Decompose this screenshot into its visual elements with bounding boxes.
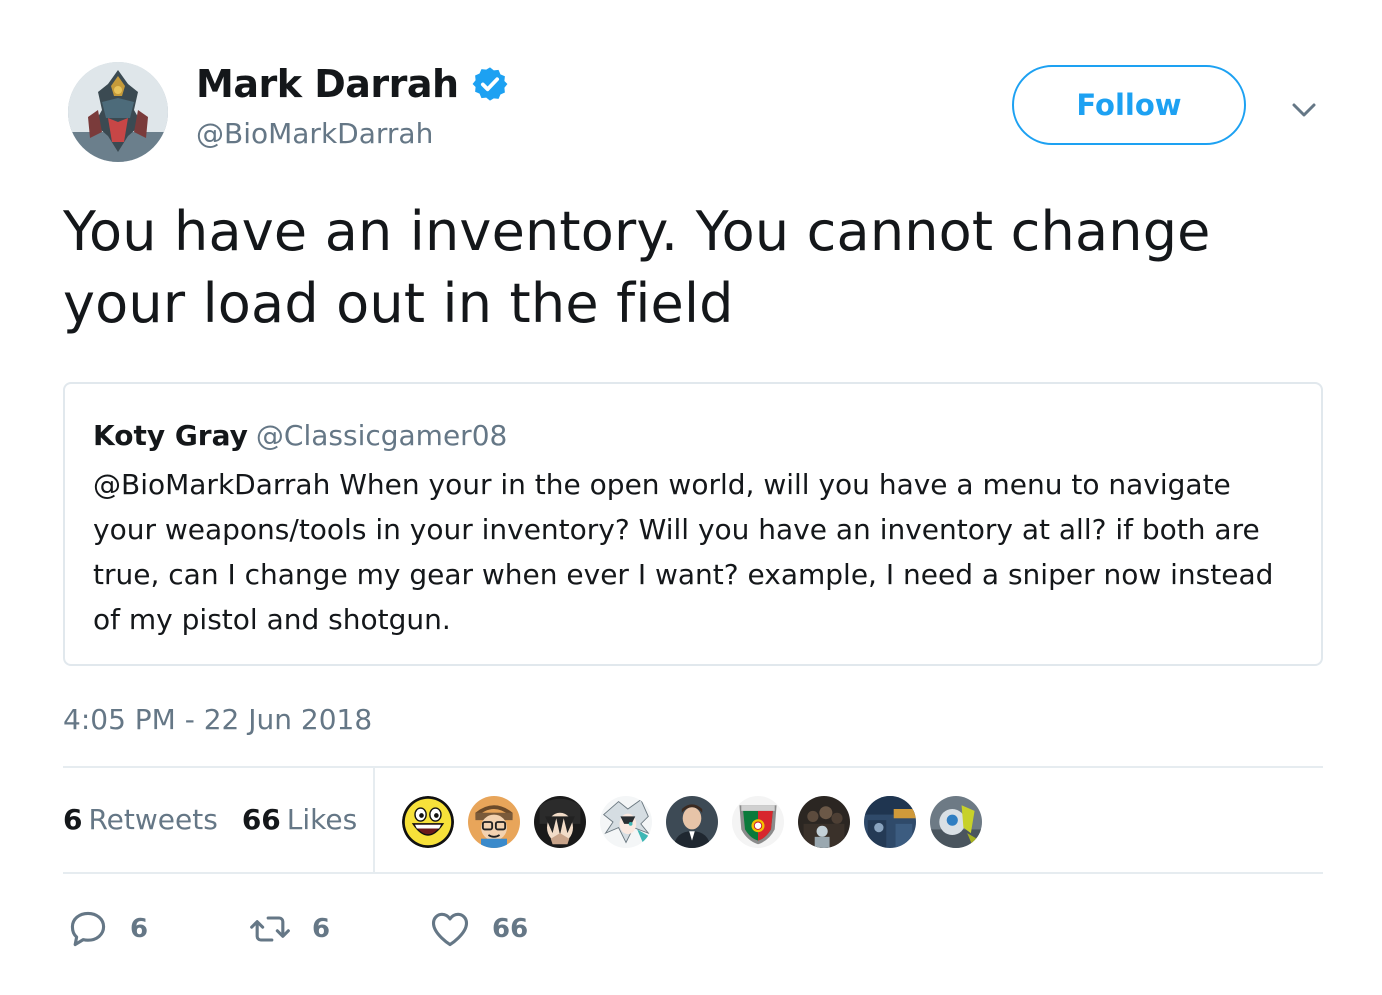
actions-divider [63, 872, 1323, 874]
verified-badge-icon [472, 67, 507, 101]
chevron-down-icon[interactable] [1286, 92, 1322, 128]
author-display-name[interactable]: Mark Darrah [196, 60, 459, 108]
retweet-icon [250, 916, 290, 942]
likes-label: Likes [286, 803, 358, 836]
dark-crowd-avatar[interactable] [796, 794, 852, 850]
heart-icon [431, 912, 469, 947]
likes-count: 66 [241, 803, 281, 836]
tweet-timestamp[interactable]: 4:05 PM - 22 Jun 2018 [63, 700, 372, 740]
retweet-action[interactable]: 6 [248, 904, 330, 954]
retweets-label: Retweets [88, 803, 218, 836]
tweet-stats: 6 Retweets 66 Likes [63, 800, 357, 840]
retweets-count: 6 [63, 803, 83, 836]
reply-action[interactable]: 6 [66, 904, 148, 954]
man-portrait-avatar[interactable] [664, 794, 720, 850]
robot-yellow-avatar[interactable] [928, 794, 984, 850]
anime-dark-avatar[interactable] [532, 794, 588, 850]
author-avatar[interactable] [68, 62, 168, 162]
quoted-author-handle: @Classicgamer08 [255, 419, 508, 452]
armored-figure-icon [68, 62, 168, 162]
tweet-text: You have an inventory. You cannot change… [63, 200, 1211, 335]
reply-icon [70, 911, 106, 947]
quoted-author-name: Koty Gray [93, 419, 248, 452]
quoted-tweet-text: @BioMarkDarrah When your in the open wor… [93, 468, 1274, 636]
cartoon-glasses-avatar[interactable] [466, 794, 522, 850]
retweet-count: 6 [312, 914, 331, 944]
liker-avatars [400, 794, 984, 850]
author-handle[interactable]: @BioMarkDarrah [196, 116, 433, 152]
awesome-face-avatar[interactable] [400, 794, 456, 850]
likes-stat[interactable]: 66 Likes [242, 800, 357, 840]
blue-scene-avatar[interactable] [862, 794, 918, 850]
stats-divider-top [63, 766, 1323, 768]
stats-vertical-divider [373, 768, 375, 872]
like-action[interactable]: 66 [428, 904, 528, 954]
quoted-tweet-card[interactable]: Koty Gray @Classicgamer08 @BioMarkDarrah … [63, 382, 1323, 666]
reply-count: 6 [130, 914, 149, 944]
retweets-stat[interactable]: 6 Retweets [63, 800, 218, 840]
follow-button[interactable]: Follow [1012, 65, 1246, 145]
portugal-shield-avatar[interactable] [730, 794, 786, 850]
author-name-row[interactable]: Mark Darrah [196, 60, 509, 108]
anime-white-hair-avatar[interactable] [598, 794, 654, 850]
quoted-tweet-header: Koty Gray @Classicgamer08 [93, 416, 507, 456]
like-count: 66 [492, 914, 529, 944]
